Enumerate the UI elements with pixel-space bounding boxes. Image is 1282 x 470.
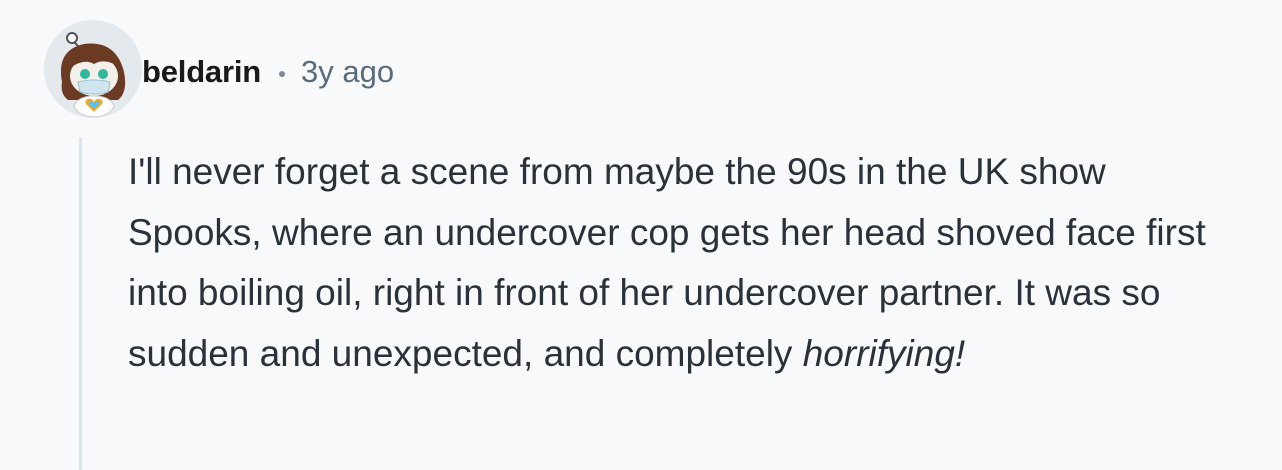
- avatar-illustration: [44, 20, 142, 118]
- comment: beldarin 3y ago I'll never forget a scen…: [0, 0, 1282, 470]
- user-avatar-icon[interactable]: [44, 20, 142, 118]
- comment-body-emphasis: horrifying!: [802, 332, 966, 374]
- timestamp[interactable]: 3y ago: [301, 54, 394, 90]
- thread-line[interactable]: [79, 137, 82, 470]
- separator-dot: [278, 71, 285, 77]
- comment-body: I'll never forget a scene from maybe the…: [128, 142, 1238, 384]
- comment-header: beldarin 3y ago: [142, 50, 394, 94]
- comment-body-text: I'll never forget a scene from maybe the…: [128, 151, 1206, 374]
- username-link[interactable]: beldarin: [142, 54, 261, 90]
